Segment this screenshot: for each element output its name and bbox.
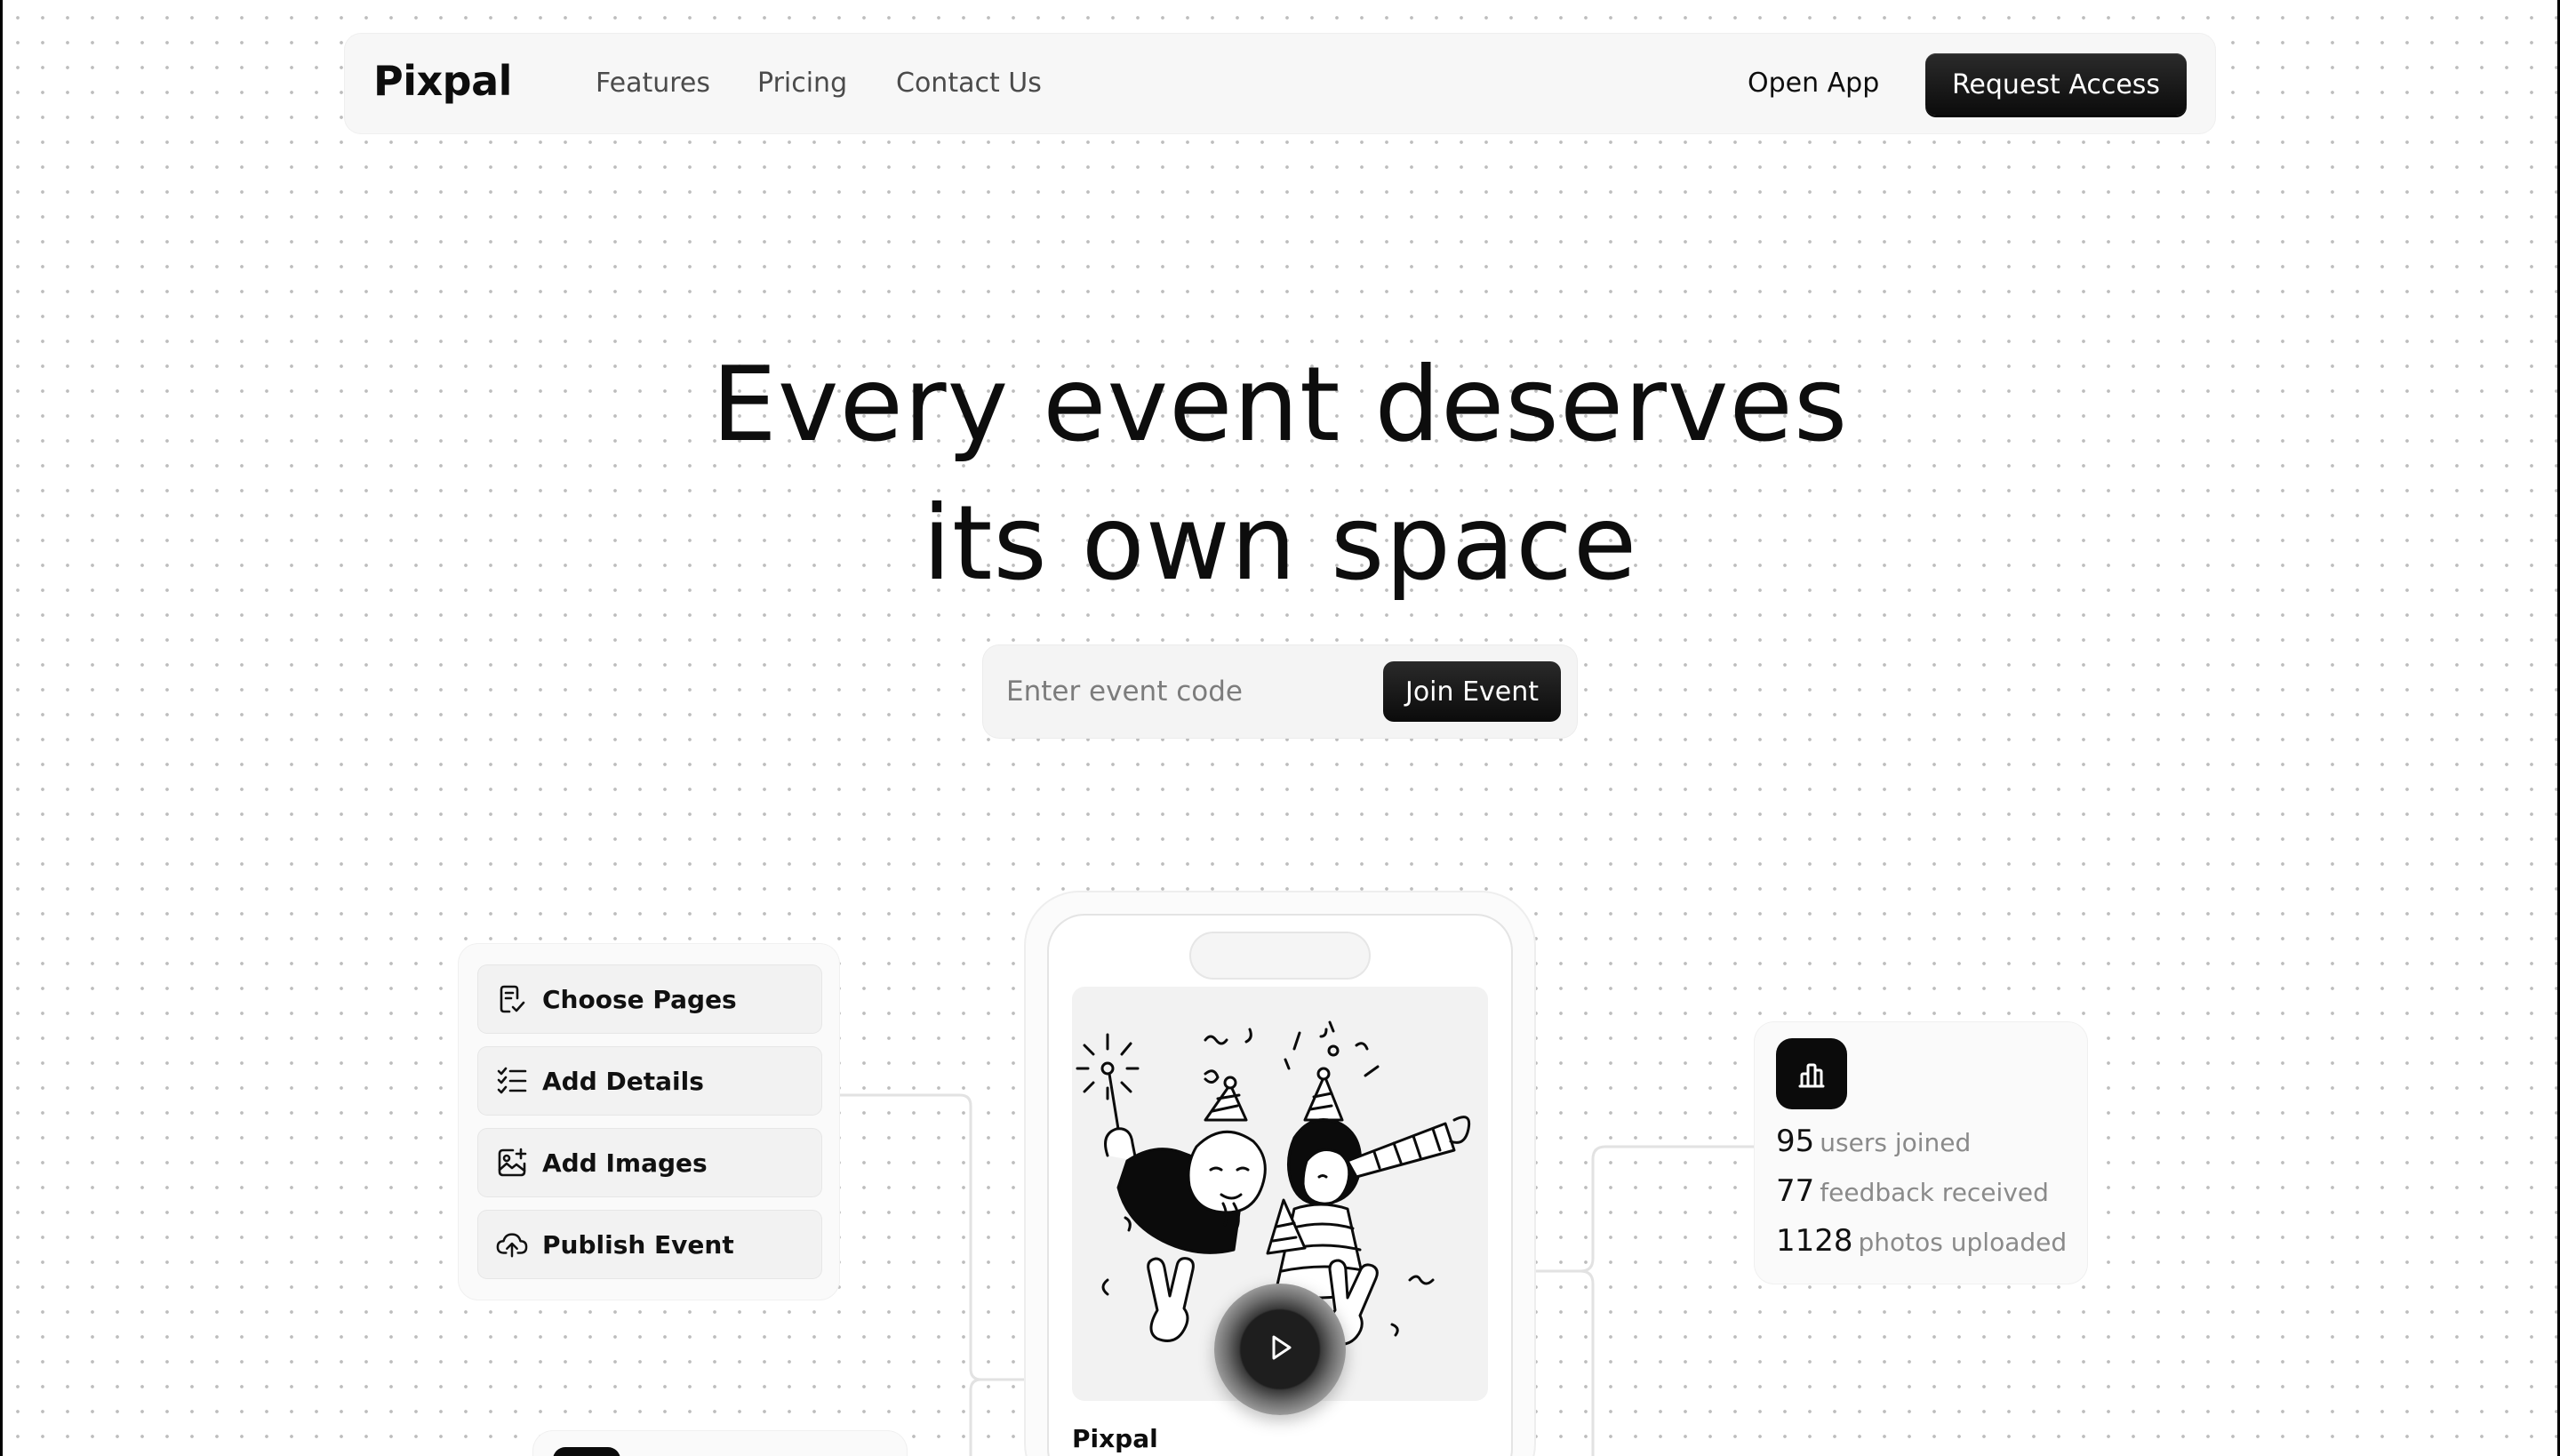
bar-chart-icon	[1776, 1038, 1847, 1109]
step-choose-pages[interactable]: Choose Pages	[478, 965, 821, 1033]
play-icon	[1265, 1332, 1295, 1366]
stat-value: 77	[1776, 1173, 1815, 1209]
stat-photos-uploaded: 1128 photos uploaded	[1776, 1223, 2067, 1259]
step-label: Publish Event	[542, 1229, 734, 1260]
step-add-images[interactable]: Add Images	[478, 1129, 821, 1196]
step-label: Add Details	[542, 1066, 704, 1096]
partial-feature-icon	[553, 1447, 620, 1456]
event-steps-card: Choose Pages Add Details Add Images Publ…	[459, 944, 839, 1300]
stat-value: 1128	[1776, 1223, 1853, 1259]
stat-label: photos uploaded	[1858, 1228, 2068, 1257]
step-add-details[interactable]: Add Details	[478, 1047, 821, 1115]
event-stats-card: 95 users joined 77 feedback received 1128 p…	[1755, 1022, 2087, 1284]
play-button[interactable]	[1214, 1284, 1346, 1415]
stat-users-joined: 95 users joined	[1776, 1124, 1971, 1159]
step-label: Add Images	[542, 1148, 708, 1178]
list-check-icon	[496, 1065, 528, 1097]
phone-notch	[1191, 933, 1369, 978]
stat-value: 95	[1776, 1124, 1815, 1159]
step-publish-event[interactable]: Publish Event	[478, 1211, 821, 1278]
image-add-icon	[496, 1147, 528, 1179]
cloud-upload-icon	[496, 1228, 528, 1260]
step-label: Choose Pages	[542, 984, 737, 1014]
stat-feedback-received: 77 feedback received	[1776, 1173, 2049, 1209]
phone-app-title: Pixpal	[1072, 1424, 1158, 1453]
stat-label: users joined	[1820, 1128, 1972, 1157]
document-check-icon	[496, 983, 528, 1015]
stat-label: feedback received	[1820, 1178, 2049, 1207]
